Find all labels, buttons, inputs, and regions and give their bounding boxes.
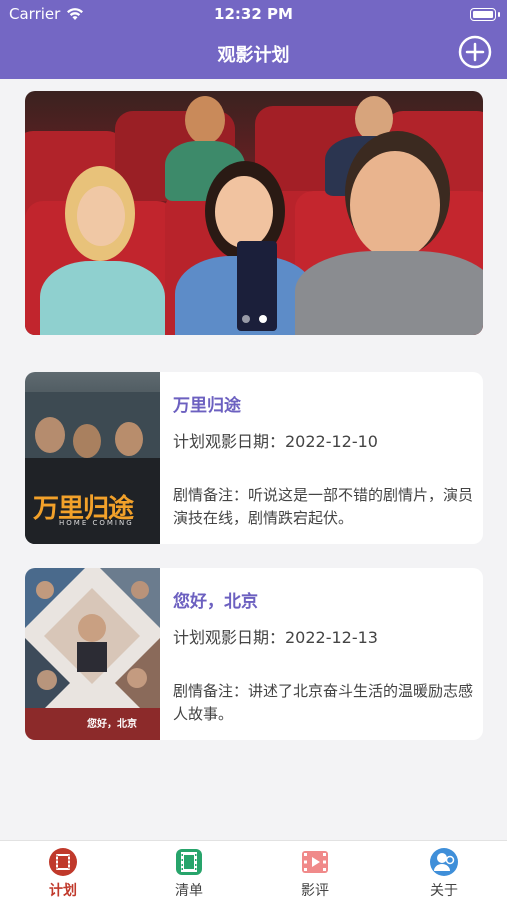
movie-title: 万里归途	[173, 396, 241, 416]
movie-card-2[interactable]: 您好，北京 您好，北京 计划观影日期：2022-12-13 剧情备注：讲述了北京…	[25, 568, 483, 740]
film-reel-icon	[49, 848, 77, 876]
tab-list[interactable]: 清单	[126, 841, 252, 900]
movie-note: 剧情备注：听说这是一部不错的剧情片，演员演技在线，剧情跌宕起伏。	[173, 486, 474, 527]
tab-bar: 计划 清单 影评 关于	[0, 840, 507, 900]
tab-label: 关于	[430, 883, 458, 899]
page-title: 观影计划	[217, 45, 290, 66]
tab-review[interactable]: 影评	[252, 841, 378, 900]
tab-label: 清单	[175, 883, 203, 899]
movie-poster-1: 万里归途 HOME COMING	[25, 372, 160, 544]
banner-carousel[interactable]	[25, 91, 483, 335]
carousel-dot-1[interactable]	[241, 315, 250, 323]
tab-about[interactable]: 关于	[381, 841, 507, 900]
movie-card-1[interactable]: 万里归途 HOME COMING 万里归途 计划观影日期：2022-12-10 …	[25, 372, 483, 544]
battery-icon	[470, 8, 496, 21]
poster-subtitle-text: HOME COMING	[59, 519, 134, 527]
movie-note: 剧情备注：讲述了北京奋斗生活的温暖励志感人故事。	[173, 682, 474, 723]
navigation-header: Carrier 12:32 PM 观影计划	[0, 0, 507, 79]
tab-label: 影评	[301, 883, 329, 899]
movie-title: 您好，北京	[173, 592, 258, 612]
add-plan-button[interactable]	[458, 35, 492, 69]
movie-poster-2: 您好，北京	[25, 568, 160, 740]
status-bar: Carrier 12:32 PM	[0, 0, 507, 30]
movie-plan-date: 计划观影日期：2022-12-13	[173, 628, 378, 647]
movie-clapper-icon	[302, 851, 328, 873]
tab-plan[interactable]: 计划	[0, 841, 126, 900]
carousel-indicator[interactable]	[25, 315, 483, 323]
film-strip-icon	[176, 849, 202, 875]
poster-title-text: 您好，北京	[87, 719, 137, 730]
battery-tip	[498, 12, 500, 17]
movie-plan-date: 计划观影日期：2022-12-10	[173, 432, 378, 451]
carousel-dot-2[interactable]	[258, 315, 267, 323]
tab-label: 计划	[49, 883, 77, 899]
clock-time: 12:32 PM	[214, 5, 293, 23]
user-icon	[430, 848, 458, 876]
